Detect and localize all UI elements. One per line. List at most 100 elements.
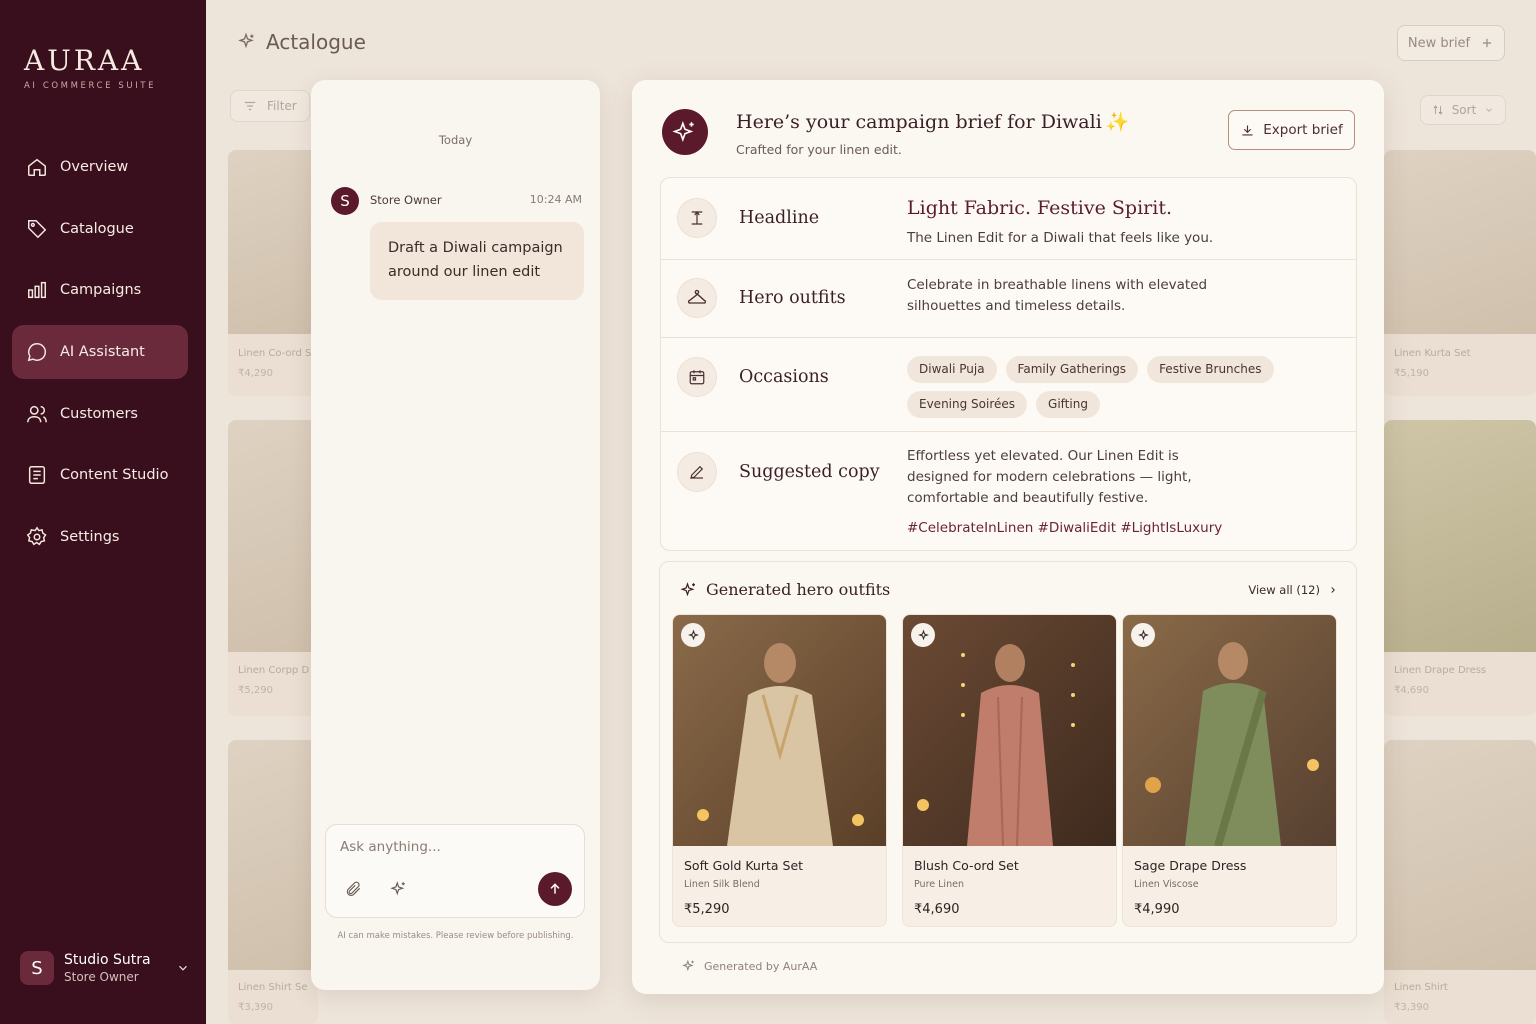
- export-brief-button[interactable]: Export brief: [1228, 110, 1355, 150]
- sidebar-item-settings[interactable]: Settings: [12, 510, 188, 564]
- bg-product-card[interactable]: Linen Drape Dress ₹4,690: [1384, 420, 1536, 716]
- brief-title: Here’s your campaign brief for Diwali ✨: [736, 110, 1129, 133]
- sparkle-icon[interactable]: [387, 878, 409, 900]
- occasion-chip[interactable]: Diwali Puja: [907, 356, 997, 383]
- chevron-down-icon: [1486, 108, 1493, 112]
- profile-role: Store Owner: [64, 970, 139, 984]
- headline-content: Light Fabric. Festive Spirit. The Linen …: [907, 196, 1237, 249]
- sidebar-item-label: Catalogue: [60, 220, 134, 237]
- outfit-price: ₹4,990: [1134, 902, 1180, 917]
- outfit-card[interactable]: Soft Gold Kurta Set Linen Silk Blend ₹5,…: [672, 614, 887, 927]
- chat-panel: Today S Store Owner 10:24 AM Draft a Diw…: [311, 80, 600, 990]
- occasion-chip[interactable]: Gifting: [1036, 391, 1100, 418]
- outfit-fabric: Linen Viscose: [1134, 879, 1199, 890]
- sidebar-item-label: Campaigns: [60, 282, 142, 299]
- occasion-chip[interactable]: Evening Soirées: [907, 391, 1028, 418]
- row-label: Headline: [739, 208, 820, 228]
- brief-title-text: Here’s your campaign brief for Diwali: [736, 111, 1102, 133]
- campaign-brief-panel: Here’s your campaign brief for Diwali ✨ C…: [632, 80, 1384, 994]
- sparkle-icon: [911, 623, 935, 647]
- new-brief-button[interactable]: New brief: [1397, 25, 1505, 61]
- chevron-right-icon: [1331, 587, 1335, 593]
- outfit-name: Sage Drape Dress: [1134, 858, 1247, 873]
- sidebar-item-ai-assistant[interactable]: AI Assistant: [12, 325, 188, 380]
- chat-day-divider: Today: [438, 133, 473, 147]
- sidebar-item-campaigns[interactable]: Campaigns: [12, 263, 188, 317]
- profile-name: Studio Sutra: [64, 952, 151, 968]
- chat-composer: [325, 824, 585, 918]
- bg-product-card[interactable]: Linen Shirt Se ₹3,390: [228, 740, 318, 1024]
- bg-product-card[interactable]: Linen Shirt ₹3,390: [1384, 740, 1536, 1024]
- view-all-link[interactable]: View all (12): [1248, 583, 1338, 597]
- hero-outfits-text: Celebrate in breathable linens with elev…: [907, 277, 1208, 314]
- profile-switcher[interactable]: S Studio Sutra Store Owner: [20, 946, 190, 990]
- bg-product-title: Linen Corpp D: [238, 665, 310, 676]
- sparkle-icon: [662, 109, 708, 155]
- headline-title: Light Fabric. Festive Spirit.: [907, 197, 1172, 219]
- bg-product-card[interactable]: Linen Kurta Set ₹5,190: [1384, 150, 1536, 396]
- pencil-icon: [677, 452, 717, 492]
- sort-icon: [1433, 105, 1443, 115]
- suggested-copy-text: Effortless yet elevated. Our Linen Edit …: [907, 448, 1192, 506]
- catalogue-title: Actalogue: [266, 30, 366, 54]
- bg-product-title: Linen Drape Dress: [1394, 665, 1487, 676]
- home-icon: [26, 156, 48, 178]
- sparkle-icon: [238, 32, 254, 49]
- sort-button[interactable]: Sort: [1420, 95, 1506, 125]
- bg-product-title: Linen Shirt Se: [238, 982, 308, 993]
- sparkle-emoji-icon: ✨: [1105, 111, 1130, 133]
- user-message-bubble: Draft a Diwali campaign around our linen…: [370, 222, 584, 300]
- avatar: S: [331, 187, 359, 215]
- outfit-image: [673, 615, 886, 846]
- paperclip-icon[interactable]: [342, 878, 364, 900]
- generated-by-label: Generated by AurAA: [704, 959, 818, 973]
- sidebar-item-label: Settings: [60, 529, 120, 546]
- outfit-card[interactable]: Sage Drape Dress Linen Viscose ₹4,990: [1122, 614, 1337, 927]
- outfit-price: ₹5,290: [684, 902, 730, 917]
- occasion-chip[interactable]: Family Gatherings: [1005, 356, 1139, 383]
- generated-outfits-section: Generated hero outfits View all (12) Sof…: [659, 561, 1357, 943]
- brief-subtitle: Crafted for your linen edit.: [736, 142, 902, 157]
- text-cursor-icon: [677, 198, 717, 238]
- filter-button[interactable]: Filter: [230, 90, 310, 122]
- sidebar-item-catalogue[interactable]: Catalogue: [12, 202, 188, 256]
- bg-product-title: Linen Kurta Set: [1394, 348, 1471, 359]
- sidebar-item-customers[interactable]: Customers: [12, 387, 188, 441]
- bg-product-price: ₹3,390: [1394, 1002, 1429, 1013]
- bg-product-price: ₹4,290: [238, 368, 273, 379]
- filter-label: Filter: [267, 99, 297, 113]
- brief-row-headline: Headline Light Fabric. Festive Spirit. T…: [661, 178, 1356, 260]
- occasion-chip[interactable]: Festive Brunches: [1147, 356, 1274, 383]
- bg-product-card[interactable]: Linen Corpp D ₹5,290: [228, 420, 318, 716]
- generated-outfits-title: Generated hero outfits: [706, 580, 891, 599]
- send-button[interactable]: [538, 872, 572, 906]
- filter-icon: [244, 101, 256, 111]
- outfit-price: ₹4,690: [914, 902, 960, 917]
- outfit-card[interactable]: Blush Co-ord Set Pure Linen ₹4,690: [902, 614, 1117, 927]
- bg-product-price: ₹5,190: [1394, 368, 1429, 379]
- export-brief-label: Export brief: [1263, 122, 1343, 138]
- view-all-label: View all (12): [1248, 583, 1320, 597]
- generated-by-footer: Generated by AurAA: [682, 959, 817, 973]
- brand-tagline: AI COMMERCE SUITE: [24, 81, 157, 91]
- outfit-name: Soft Gold Kurta Set: [684, 858, 804, 873]
- outfit-image: [1123, 615, 1336, 848]
- arrow-up-icon: [550, 883, 560, 894]
- bg-product-price: ₹4,690: [1394, 685, 1429, 696]
- sidebar-nav: Overview Catalogue Campaigns AI Assistan…: [12, 140, 188, 572]
- catalogue-header: Actalogue: [236, 30, 366, 54]
- sidebar-item-overview[interactable]: Overview: [12, 140, 188, 194]
- row-label: Hero outfits: [739, 288, 846, 308]
- chevron-down-icon: [179, 965, 187, 971]
- chat-bubble-icon: [26, 341, 48, 363]
- sidebar-item-label: Content Studio: [60, 467, 169, 484]
- sidebar-item-content-studio[interactable]: Content Studio: [12, 448, 188, 502]
- bg-product-title: Linen Co-ord S: [238, 348, 312, 359]
- outfit-fabric: Linen Silk Blend: [684, 879, 760, 890]
- sidebar: AURAA AI COMMERCE SUITE Overview Catalog…: [0, 0, 206, 1024]
- chat-input[interactable]: [340, 839, 560, 855]
- bg-product-price: ₹3,390: [238, 1002, 273, 1013]
- bg-product-card[interactable]: Linen Co-ord S ₹4,290: [228, 150, 318, 396]
- headline-subtitle: The Linen Edit for a Diwali that feels l…: [907, 230, 1214, 246]
- suggested-copy-content: Effortless yet elevated. Our Linen Edit …: [907, 446, 1227, 539]
